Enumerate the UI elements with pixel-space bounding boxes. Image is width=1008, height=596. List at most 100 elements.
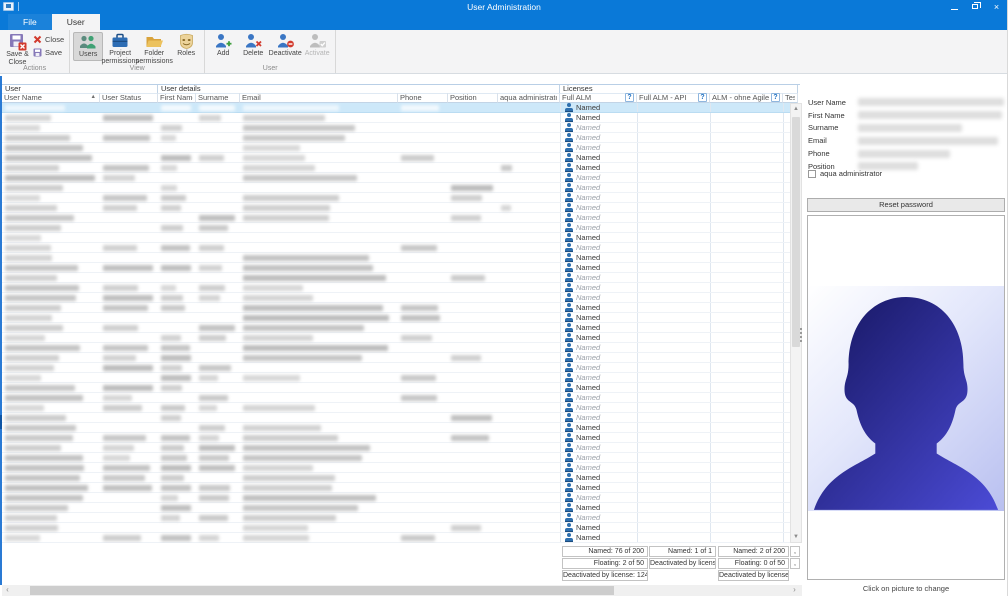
table-row[interactable]: Named: [2, 263, 790, 273]
save-and-close-button[interactable]: Save & Close: [4, 32, 31, 68]
cell-phone: [398, 413, 448, 422]
table-row[interactable]: Named: [2, 373, 790, 383]
minimize-button[interactable]: [947, 1, 962, 13]
table-row[interactable]: Named: [2, 143, 790, 153]
help-icon[interactable]: ?: [625, 93, 634, 102]
column-header-email[interactable]: Email: [240, 93, 398, 103]
table-row[interactable]: Named: [2, 363, 790, 373]
table-row[interactable]: Named: [2, 433, 790, 443]
scroll-down-icon[interactable]: ▼: [791, 532, 801, 542]
field-input-user-name[interactable]: [858, 97, 1006, 107]
roles-button[interactable]: Roles: [171, 32, 201, 59]
table-row[interactable]: Named: [2, 443, 790, 453]
field-input-surname[interactable]: [858, 123, 1006, 133]
table-row[interactable]: Named: [2, 523, 790, 533]
table-row[interactable]: Named: [2, 313, 790, 323]
close-button[interactable]: ×: [989, 1, 1004, 13]
table-row[interactable]: Named: [2, 113, 790, 123]
table-row[interactable]: Named: [2, 153, 790, 163]
table-row[interactable]: Named: [2, 473, 790, 483]
table-row[interactable]: Named: [2, 513, 790, 523]
table-row[interactable]: Named: [2, 333, 790, 343]
table-row[interactable]: Named: [2, 173, 790, 183]
table-row[interactable]: Named: [2, 483, 790, 493]
restore-button[interactable]: [968, 1, 983, 13]
column-header-position[interactable]: Position: [448, 93, 498, 103]
users-view-button[interactable]: Users: [73, 32, 104, 61]
scroll-right-icon[interactable]: ›: [789, 585, 800, 596]
table-row[interactable]: Named: [2, 463, 790, 473]
table-row[interactable]: Named: [2, 393, 790, 403]
table-row[interactable]: Named: [2, 383, 790, 393]
add-user-button[interactable]: Add: [208, 32, 238, 59]
folder-permissions-button[interactable]: Folder permissions: [136, 32, 173, 67]
cell-status: [100, 253, 158, 262]
table-row[interactable]: Named: [2, 203, 790, 213]
scroll-left-icon[interactable]: ‹: [2, 585, 13, 596]
table-row[interactable]: Named: [2, 133, 790, 143]
column-header-username[interactable]: User Name ▲: [2, 93, 100, 103]
table-row[interactable]: Named: [2, 343, 790, 353]
table-row[interactable]: Named: [2, 273, 790, 283]
table-row[interactable]: Named: [2, 503, 790, 513]
column-header-surname[interactable]: Surname: [196, 93, 240, 103]
project-permissions-button[interactable]: Project permissions: [102, 32, 139, 67]
table-row[interactable]: Named: [2, 303, 790, 313]
aqua-administrator-checkbox[interactable]: [808, 169, 816, 178]
cell-admin: [498, 183, 560, 192]
column-header-full_alm[interactable]: Full ALM?: [560, 93, 637, 103]
users-icon: [80, 35, 96, 49]
aqua-administrator-checkbox-row[interactable]: aqua administrator: [808, 169, 882, 178]
table-row[interactable]: Named: [2, 293, 790, 303]
field-input-email[interactable]: [858, 136, 1006, 146]
add-user-label: Add: [216, 50, 230, 57]
column-header-admin[interactable]: aqua administrator: [498, 93, 560, 103]
tab-file[interactable]: File: [8, 14, 52, 30]
cell-surname: [196, 523, 240, 532]
table-row[interactable]: Named: [2, 223, 790, 233]
panel-splitter[interactable]: [799, 328, 803, 348]
help-icon[interactable]: ?: [771, 93, 780, 102]
column-header-tes[interactable]: Tes: [783, 93, 798, 103]
table-row[interactable]: Named: [2, 413, 790, 423]
redacted-text: [161, 135, 177, 141]
column-header-agile[interactable]: ALM - ohne Agile?: [710, 93, 783, 103]
table-row[interactable]: Named: [2, 353, 790, 363]
table-row[interactable]: Named: [2, 253, 790, 263]
delete-user-button[interactable]: Delete: [238, 32, 268, 59]
column-header-api[interactable]: Full ALM - API?: [637, 93, 710, 103]
table-row[interactable]: Named: [2, 283, 790, 293]
field-input-first-name[interactable]: [858, 110, 1006, 120]
table-row[interactable]: Named: [2, 213, 790, 223]
save-button[interactable]: Save: [31, 47, 66, 58]
field-input-phone[interactable]: [858, 149, 1006, 159]
table-row[interactable]: Named: [2, 243, 790, 253]
vertical-scroll-thumb[interactable]: [792, 117, 800, 347]
table-row[interactable]: Named: [2, 233, 790, 243]
table-row[interactable]: Named: [2, 403, 790, 413]
table-row[interactable]: Named: [2, 323, 790, 333]
table-row[interactable]: Named: [2, 183, 790, 193]
help-icon[interactable]: ?: [698, 93, 707, 102]
table-row[interactable]: Named: [2, 493, 790, 503]
table-row[interactable]: Named: [2, 193, 790, 203]
column-header-firstname[interactable]: First Name: [158, 93, 196, 103]
column-header-phone[interactable]: Phone: [398, 93, 448, 103]
close-action-button[interactable]: Close: [31, 34, 66, 45]
deactivate-user-button[interactable]: Deactivate: [268, 32, 302, 59]
user-picture-box[interactable]: [807, 215, 1005, 580]
user-picture[interactable]: [808, 286, 1004, 511]
tab-user[interactable]: User: [51, 14, 100, 30]
cell-surname: [196, 313, 240, 322]
cell-admin: [498, 513, 560, 522]
table-row[interactable]: Named: [2, 423, 790, 433]
table-row[interactable]: Named: [2, 123, 790, 133]
scroll-up-icon[interactable]: ▲: [791, 104, 801, 114]
table-row[interactable]: Named: [2, 533, 790, 543]
reset-password-button[interactable]: Reset password: [807, 198, 1005, 212]
table-row[interactable]: Named: [2, 453, 790, 463]
horizontal-scroll-thumb[interactable]: [30, 586, 614, 595]
table-row[interactable]: Named: [2, 103, 790, 113]
column-header-status[interactable]: User Status: [100, 93, 158, 103]
table-row[interactable]: Named: [2, 163, 790, 173]
